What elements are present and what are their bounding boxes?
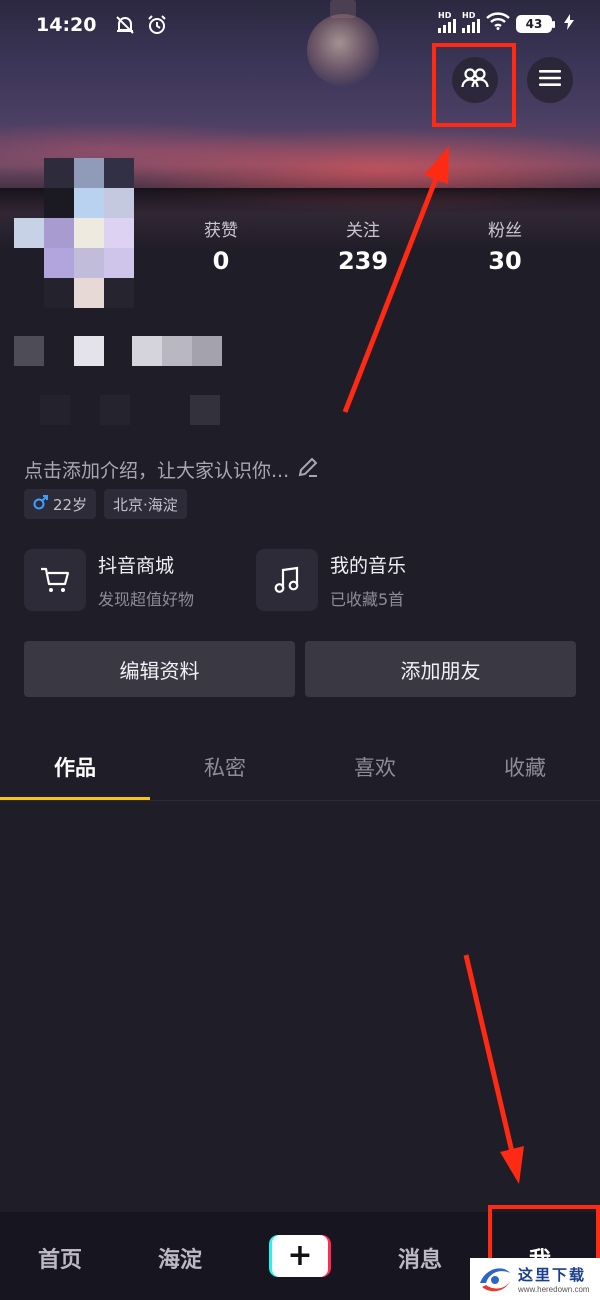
shortcut-music[interactable]: 我的音乐 已收藏5首 xyxy=(256,549,406,611)
pencil-icon xyxy=(297,456,319,483)
mute-icon xyxy=(112,12,138,38)
nav-local[interactable]: 海淀 xyxy=(130,1242,230,1274)
location-tag: 北京·海淀 xyxy=(104,489,187,519)
music-icon xyxy=(256,549,318,611)
stat-followers[interactable]: 粉丝 30 xyxy=(450,216,560,275)
status-right-group: HD HD 43 xyxy=(438,11,574,35)
male-icon xyxy=(33,494,49,514)
charging-icon xyxy=(564,13,574,35)
stat-following[interactable]: 关注 239 xyxy=(308,216,418,275)
tab-works[interactable]: 作品 xyxy=(0,752,150,782)
tab-likes[interactable]: 喜欢 xyxy=(300,752,450,782)
stat-value: 0 xyxy=(212,247,230,275)
nav-messages[interactable]: 消息 xyxy=(370,1242,470,1274)
plus-icon: + xyxy=(272,1235,328,1277)
shortcut-subtitle: 发现超值好物 xyxy=(98,589,195,609)
signal-hd-icon: HD xyxy=(438,11,456,33)
shortcut-title: 我的音乐 xyxy=(330,554,407,577)
watermark-logo-icon xyxy=(476,1261,514,1297)
stat-label: 关注 xyxy=(346,221,380,241)
stat-label: 粉丝 xyxy=(488,221,522,241)
signal-hd-icon: HD xyxy=(462,11,480,33)
bio-text: 点击添加介绍，让大家认识你... xyxy=(24,460,290,482)
nav-home[interactable]: 首页 xyxy=(10,1242,110,1274)
user-id-blurred xyxy=(40,395,230,425)
bio-prompt[interactable]: 点击添加介绍，让大家认识你... xyxy=(24,456,319,483)
status-time: 14:20 xyxy=(36,14,97,36)
stat-value: 239 xyxy=(337,247,389,275)
stat-value: 30 xyxy=(488,247,522,275)
edit-profile-button[interactable]: 编辑资料 xyxy=(24,641,295,697)
avatar[interactable] xyxy=(14,158,134,308)
wifi-icon xyxy=(486,12,510,35)
age-tag: 22岁 xyxy=(24,489,97,519)
works-grid-empty xyxy=(0,801,600,1211)
battery-icon: 43 xyxy=(516,14,555,33)
tab-favorites[interactable]: 收藏 xyxy=(450,752,600,782)
shortcut-subtitle: 已收藏5首 xyxy=(330,589,405,609)
stat-label: 获赞 xyxy=(204,221,238,241)
location-text: 北京·海淀 xyxy=(113,495,178,514)
tab-private[interactable]: 私密 xyxy=(150,752,300,782)
watermark-name: 这里下载 xyxy=(518,1266,587,1284)
highlight-box-friends xyxy=(432,43,516,127)
menu-button[interactable] xyxy=(527,57,573,103)
age-text: 22岁 xyxy=(53,495,88,514)
stat-likes[interactable]: 获赞 0 xyxy=(166,216,276,275)
alarm-icon xyxy=(144,12,170,38)
shortcut-title: 抖音商城 xyxy=(98,554,175,577)
cart-icon xyxy=(24,549,86,611)
create-button[interactable]: + xyxy=(269,1235,331,1277)
shortcut-mall[interactable]: 抖音商城 发现超值好物 xyxy=(24,549,194,611)
watermark: 这里下载 www.heredown.com xyxy=(470,1258,600,1300)
add-friends-button[interactable]: 添加朋友 xyxy=(305,641,576,697)
menu-icon xyxy=(539,69,561,91)
watermark-url: www.heredown.com xyxy=(518,1285,590,1294)
nickname-blurred xyxy=(14,336,224,366)
tab-active-indicator xyxy=(0,797,150,800)
